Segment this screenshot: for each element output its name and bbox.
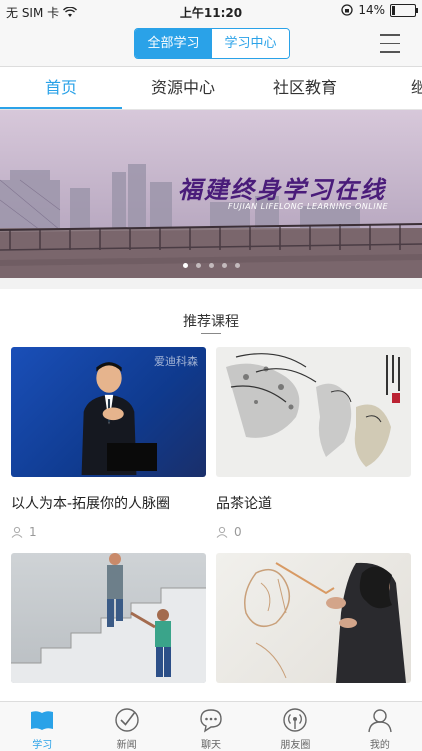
rotation-lock-icon — [341, 4, 353, 16]
user-icon — [11, 526, 23, 538]
course-thumbnail[interactable] — [216, 553, 411, 683]
status-bar: 无 SIM 卡 上午11:20 14% — [0, 0, 422, 22]
top-nav-bar: 全部学习 学习中心 — [0, 22, 422, 67]
bottom-tab-learn[interactable]: 学习 — [0, 702, 84, 751]
course-card[interactable] — [216, 553, 411, 683]
course-card[interactable] — [11, 553, 206, 683]
book-icon — [31, 711, 54, 730]
bottom-tab-chat[interactable]: 聊天 — [169, 702, 253, 751]
course-card[interactable]: 爱迪科森 以人为本-拓展你的人脉圈 1 — [11, 347, 206, 539]
bottom-tab-label: 聊天 — [201, 740, 222, 751]
section-underline — [201, 333, 221, 334]
user-icon — [216, 526, 228, 538]
broadcast-icon — [283, 708, 308, 732]
course-card[interactable]: 品茶论道 0 — [216, 347, 411, 539]
tab-home[interactable]: 首页 — [0, 67, 122, 109]
view-count: 0 — [234, 525, 242, 539]
banner-title: 福建终身学习在线 — [178, 176, 386, 204]
status-right: 14% — [341, 3, 418, 17]
category-tabs: 首页 资源中心 社区教育 继续 — [0, 67, 422, 110]
stairs-illustration — [11, 553, 206, 683]
battery-percent: 14% — [358, 3, 385, 17]
thumbnail-watermark: 爱迪科森 — [154, 355, 198, 368]
segment-all-learning[interactable]: 全部学习 — [135, 29, 212, 58]
craft-illustration — [244, 562, 406, 683]
carousel-dot[interactable] — [195, 263, 201, 268]
carousel-dots — [0, 263, 422, 268]
course-thumbnail[interactable] — [216, 347, 411, 477]
segmented-control: 全部学习 学习中心 — [134, 28, 290, 59]
laptop-illustration — [107, 443, 157, 471]
carousel-dot[interactable] — [221, 263, 227, 268]
ink-painting-illustration — [226, 353, 400, 467]
menu-icon[interactable] — [380, 34, 400, 53]
course-thumbnail[interactable]: 爱迪科森 — [11, 347, 206, 477]
check-circle-icon — [114, 708, 139, 732]
recommended-section: 推荐课程 爱迪科森 以人为本-拓展你的人脉圈 1 品茶论道 0 — [0, 289, 422, 701]
bottom-tab-moments[interactable]: 朋友圈 — [253, 702, 337, 751]
tab-community-education[interactable]: 社区教育 — [244, 67, 366, 109]
person-icon — [368, 709, 392, 733]
segment-learning-center[interactable]: 学习中心 — [212, 29, 289, 58]
course-title[interactable]: 以人为本-拓展你的人脉圈 — [11, 493, 206, 513]
course-views: 0 — [216, 525, 411, 539]
course-title[interactable]: 品茶论道 — [216, 493, 411, 513]
carousel-dot[interactable] — [208, 263, 214, 268]
tab-resource-center[interactable]: 资源中心 — [122, 67, 244, 109]
bottom-tab-news[interactable]: 新闻 — [84, 702, 168, 751]
section-title: 推荐课程 — [183, 314, 239, 330]
bottom-tab-label: 新闻 — [116, 740, 137, 751]
battery-icon — [390, 3, 418, 17]
view-count: 1 — [29, 525, 37, 539]
course-thumbnail[interactable] — [11, 553, 206, 683]
tab-continuing[interactable]: 继续 — [366, 67, 422, 109]
carousel-dot[interactable] — [182, 263, 188, 268]
banner-subtitle: FUJIAN LIFELONG LEARNING ONLINE — [228, 202, 389, 211]
carousel-dot[interactable] — [234, 263, 240, 268]
bottom-tab-mine[interactable]: 我的 — [338, 702, 422, 751]
banner-carousel[interactable]: 福建终身学习在线 FUJIAN LIFELONG LEARNING ONLINE — [0, 110, 422, 278]
course-views: 1 — [11, 525, 206, 539]
bottom-tab-bar: 学习 新闻 聊天 朋友圈 我的 — [0, 701, 422, 751]
chat-bubble-icon — [200, 709, 222, 733]
bottom-tab-label: 我的 — [369, 740, 390, 751]
bottom-tab-label: 学习 — [32, 740, 53, 751]
bottom-tab-label: 朋友圈 — [280, 740, 311, 751]
